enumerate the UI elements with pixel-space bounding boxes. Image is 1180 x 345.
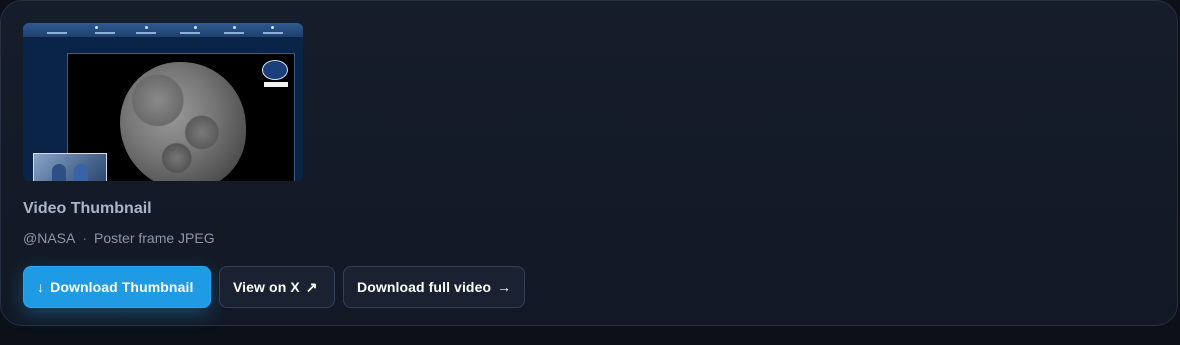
- download-arrow-icon: ↓: [37, 279, 45, 295]
- download-thumbnail-button[interactable]: ↓ Download Thumbnail: [23, 266, 211, 308]
- picture-in-picture-inset: [33, 153, 107, 181]
- video-frame: [23, 37, 303, 181]
- download-full-video-label: Download full video: [357, 279, 492, 295]
- meta-separator: ·: [82, 230, 88, 246]
- nasa-logo: [262, 60, 288, 80]
- card-title: Video Thumbnail: [23, 200, 152, 217]
- view-on-x-button[interactable]: View on X ↗: [219, 266, 335, 308]
- download-thumbnail-label: Download Thumbnail: [50, 279, 194, 295]
- video-thumbnail-card: Video Thumbnail @NASA · Poster frame JPE…: [0, 0, 1178, 326]
- arrow-right-icon: →: [497, 279, 512, 295]
- author-handle: @NASA: [23, 230, 76, 246]
- card-meta: @NASA · Poster frame JPEG: [23, 230, 215, 246]
- view-on-x-label: View on X: [233, 279, 300, 295]
- live-indicator: [264, 82, 288, 87]
- broadcast-header-bar: [23, 23, 303, 37]
- card-actions: ↓ Download Thumbnail View on X ↗ Downloa…: [23, 266, 525, 308]
- asteroid-image: [120, 62, 246, 181]
- external-link-icon: ↗: [305, 278, 318, 295]
- file-type-label: Poster frame JPEG: [94, 230, 215, 246]
- video-thumbnail-preview[interactable]: [23, 23, 303, 181]
- download-full-video-button[interactable]: Download full video →: [343, 266, 525, 308]
